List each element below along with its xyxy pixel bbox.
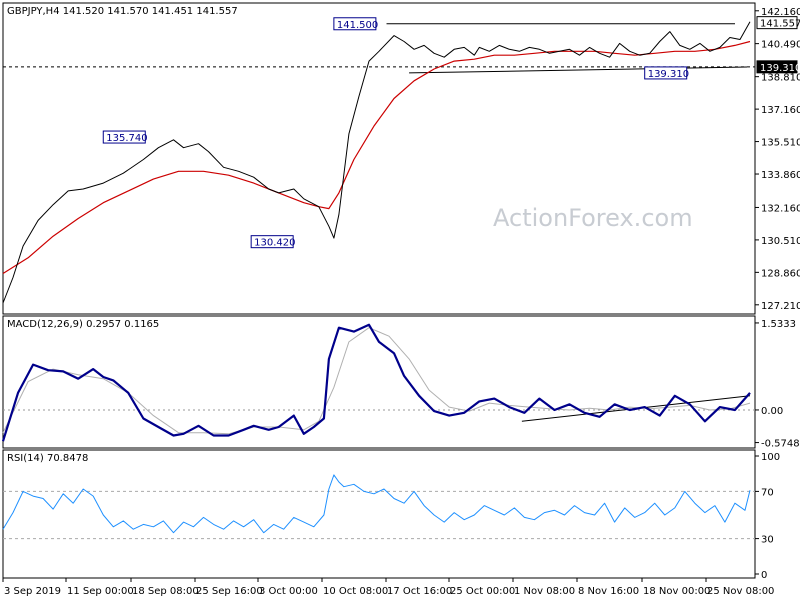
- rsi-tick-label-3: 0: [761, 570, 767, 581]
- rsi-tick-label-1: 70: [761, 487, 774, 498]
- annotation-label-3: 139.310: [648, 69, 689, 80]
- x-tick-label-11: 25 Nov 08:00: [707, 586, 774, 597]
- price-tick-label-0: 142.160: [761, 7, 800, 18]
- x-tick-label-7: 25 Oct 00:00: [450, 586, 515, 597]
- price-tick-label-8: 128.860: [761, 268, 800, 279]
- annotation-label-0: 141.500: [337, 20, 378, 31]
- annotation-label-2: 130.420: [254, 238, 295, 249]
- price-tick-label-7: 130.510: [761, 236, 800, 247]
- macd-title: MACD(12,26,9) 0.2957 0.1165: [7, 319, 159, 330]
- x-tick-label-0: 3 Sep 2019: [4, 586, 61, 597]
- rsi-tick-label-0: 100: [761, 452, 780, 463]
- price-panel: [2, 2, 756, 315]
- x-tick-label-1: 11 Sep 00:00: [67, 586, 134, 597]
- price-tick-label-2: 138.810: [761, 73, 800, 84]
- price-title: GBPJPY,H4 141.520 141.570 141.451 141.55…: [7, 6, 238, 17]
- x-tick-label-9: 8 Nov 16:00: [578, 586, 639, 597]
- price-tick-label-4: 135.510: [761, 138, 800, 149]
- macd-tick-label-2: -0.5748: [761, 439, 800, 450]
- x-tick-label-3: 25 Sep 16:00: [196, 586, 263, 597]
- x-tick-label-4: 3 Oct 00:00: [259, 586, 318, 597]
- rsi-title: RSI(14) 70.8478: [7, 453, 88, 464]
- macd-tick-label-1: 0.00: [761, 406, 783, 417]
- support-price-label: 139.310: [760, 63, 800, 74]
- price-tick-label-5: 133.860: [761, 170, 800, 181]
- x-tick-label-5: 10 Oct 08:00: [323, 586, 388, 597]
- x-tick-label-8: 1 Nov 08:00: [514, 586, 575, 597]
- annotation-label-1: 135.740: [106, 133, 147, 144]
- x-tick-label-2: 18 Sep 08:00: [132, 586, 199, 597]
- macd-tick-label-0: 1.5333: [761, 319, 796, 330]
- price-tick-label-6: 132.160: [761, 203, 800, 214]
- x-tick-label-10: 18 Nov 00:00: [643, 586, 710, 597]
- forex-chart: ActionForex.com 141.500 135.740 130.420 139…: [1, 2, 800, 597]
- watermark: ActionForex.com: [493, 204, 693, 232]
- price-tick-label-1: 140.490: [761, 40, 800, 51]
- current-price-label: 141.557: [760, 19, 800, 30]
- price-tick-label-3: 137.160: [761, 105, 800, 116]
- price-tick-label-9: 127.210: [761, 301, 800, 312]
- rsi-tick-label-2: 30: [761, 535, 774, 546]
- x-tick-label-6: 17 Oct 16:00: [387, 586, 452, 597]
